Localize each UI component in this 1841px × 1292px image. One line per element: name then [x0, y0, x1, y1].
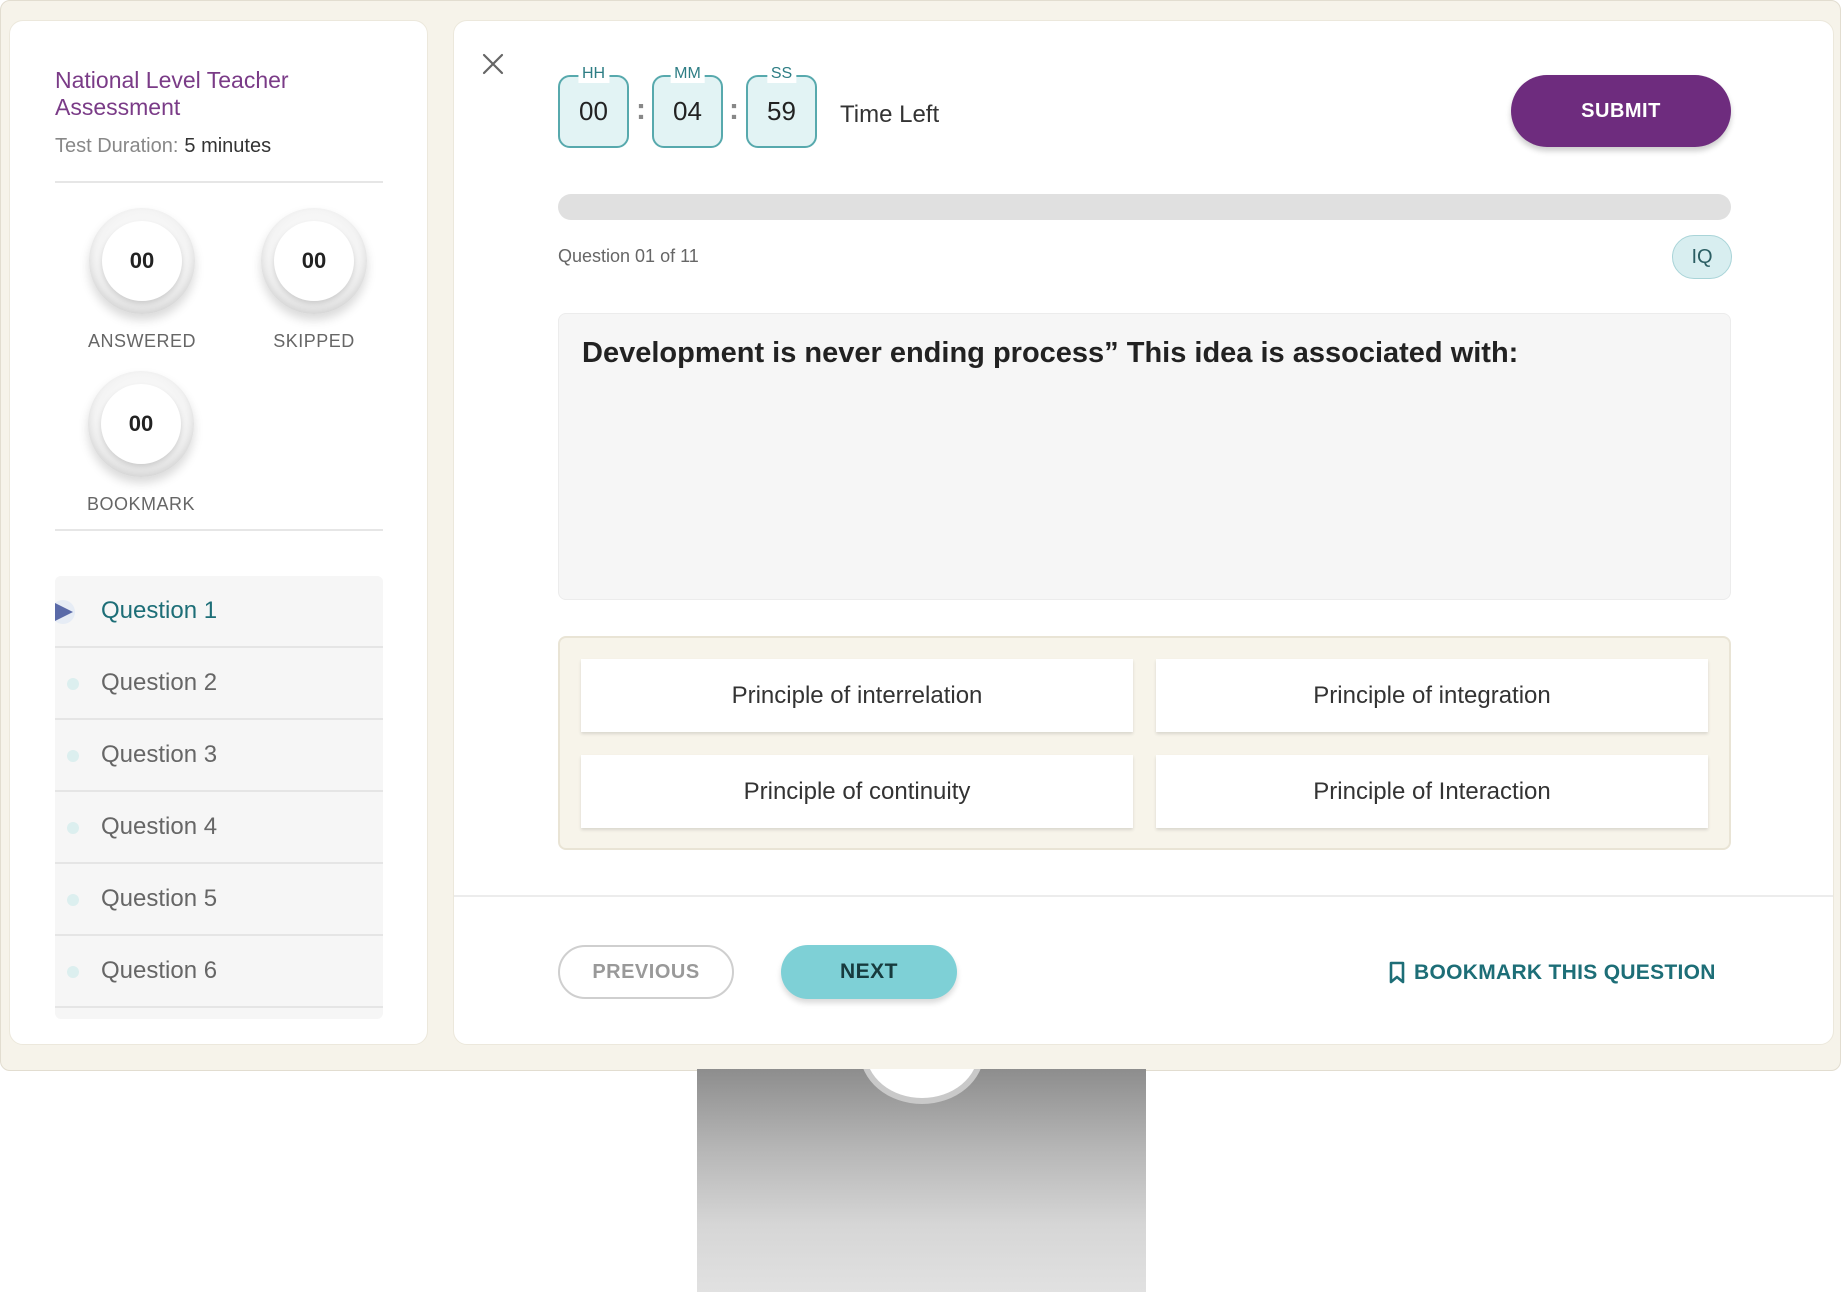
option-c[interactable]: Principle of continuity	[581, 755, 1133, 828]
duration-value: 5 minutes	[184, 135, 272, 157]
footer-divider	[454, 895, 1833, 897]
category-badge: IQ	[1672, 235, 1732, 279]
stat-ring: 00	[89, 208, 195, 314]
question-text: Development is never ending process” Thi…	[582, 337, 1519, 369]
timer-seconds-value: 59	[767, 96, 796, 126]
status-dot-icon	[67, 750, 79, 762]
timer-separator: :	[636, 93, 646, 126]
sidebar-divider	[55, 181, 383, 183]
option-b[interactable]: Principle of integration	[1156, 659, 1708, 732]
question-item-label: Question 4	[101, 813, 218, 840]
timer-hours-value: 00	[579, 96, 608, 126]
bookmark-count: 00	[101, 384, 181, 464]
timer-minutes-caption: MM	[670, 65, 705, 83]
question-list: Question 1 Question 2 Question 3 Questio…	[55, 576, 383, 1019]
question-card: Development is never ending process” Thi…	[558, 313, 1731, 600]
play-icon	[55, 600, 75, 624]
timer-hours: HH 00	[558, 65, 629, 148]
status-dot-icon	[67, 822, 79, 834]
skipped-label: SKIPPED	[273, 331, 355, 351]
bookmark-icon	[1389, 961, 1405, 984]
close-icon	[482, 53, 504, 75]
question-item-label: Question 5	[101, 885, 218, 912]
timer-minutes: MM 04	[652, 65, 723, 148]
timer-minutes-value: 04	[673, 96, 702, 126]
timer-seconds-caption: SS	[766, 65, 797, 83]
close-button[interactable]	[478, 49, 508, 79]
stat-ring: 00	[88, 371, 194, 477]
test-duration: Test Duration: 5 minutes	[55, 135, 271, 158]
sidebar-divider	[55, 529, 383, 531]
sidebar-item-question-2[interactable]: Question 2	[55, 648, 383, 720]
sidebar-panel: National Level Teacher Assessment Test D…	[9, 20, 428, 1045]
option-a[interactable]: Principle of interrelation	[581, 659, 1133, 732]
option-d[interactable]: Principle of Interaction	[1156, 755, 1708, 828]
sidebar-item-question-4[interactable]: Question 4	[55, 792, 383, 864]
sidebar-item-question-6[interactable]: Question 6	[55, 936, 383, 1008]
question-item-label: Question 1	[101, 597, 218, 624]
question-item-label: Question 6	[101, 957, 218, 984]
sidebar-item-question-1[interactable]: Question 1	[55, 576, 383, 648]
timer-separator: :	[729, 93, 739, 126]
skipped-count: 00	[274, 221, 354, 301]
sidebar-item-question-3[interactable]: Question 3	[55, 720, 383, 792]
main-panel: HH 00 : MM 04 : SS 59 Time Left SUBMIT Q…	[453, 20, 1834, 1045]
answered-label: ANSWERED	[87, 331, 196, 351]
submit-button[interactable]: SUBMIT	[1511, 75, 1731, 147]
status-dot-icon	[67, 966, 79, 978]
time-left-label: Time Left	[840, 101, 940, 128]
status-dot-icon	[67, 678, 79, 690]
progress-bar	[558, 194, 1731, 220]
bookmark-label: BOOKMARK	[86, 494, 196, 514]
previous-button[interactable]: PREVIOUS	[558, 945, 734, 999]
stat-bookmark: 00 BOOKMARK	[81, 371, 201, 515]
bookmark-question-button[interactable]: BOOKMARK THIS QUESTION	[1388, 958, 1716, 988]
question-counter: Question 01 of 11	[558, 246, 699, 266]
sidebar-item-question-5[interactable]: Question 5	[55, 864, 383, 936]
test-title: National Level Teacher Assessment	[55, 67, 289, 120]
timer-seconds: SS 59	[746, 65, 817, 148]
next-button[interactable]: NEXT	[781, 945, 957, 999]
status-dot-icon	[67, 894, 79, 906]
stat-answered: 00 ANSWERED	[82, 208, 202, 352]
answered-count: 00	[102, 221, 182, 301]
duration-label: Test Duration:	[55, 135, 179, 157]
bookmark-question-label: BOOKMARK THIS QUESTION	[1414, 961, 1716, 984]
question-item-label: Question 3	[101, 741, 218, 768]
timer-hours-caption: HH	[577, 65, 610, 83]
stat-ring: 00	[261, 208, 367, 314]
options-group: Principle of interrelation Principle of …	[558, 636, 1731, 850]
question-item-label: Question 2	[101, 669, 218, 696]
stat-skipped: 00 SKIPPED	[254, 208, 374, 352]
